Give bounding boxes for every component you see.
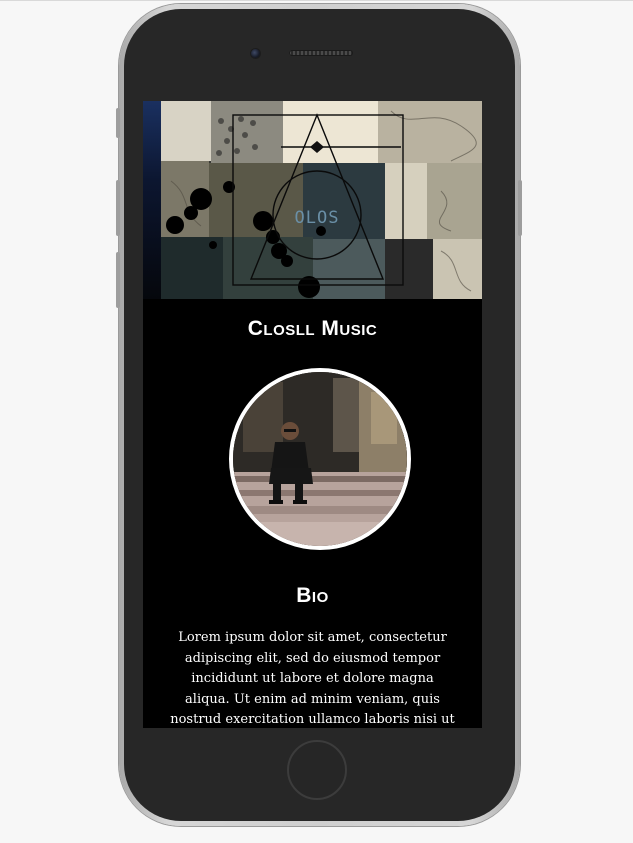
banner-collage-image: OLOS xyxy=(161,101,482,299)
phone-screen[interactable]: OLOS Closll Music Bio Lorem ipsum dolor … xyxy=(143,101,482,728)
volume-up-button xyxy=(116,180,120,236)
mute-switch xyxy=(116,108,120,138)
profile-photo xyxy=(229,368,411,550)
banner-logo-text: OLOS xyxy=(295,208,340,228)
volume-down-button xyxy=(116,252,120,308)
header-banner: OLOS xyxy=(143,101,482,299)
camera-icon xyxy=(251,49,260,58)
power-button xyxy=(518,180,522,236)
speaker-grille-icon xyxy=(289,50,353,56)
site-title: Closll Music xyxy=(247,317,378,340)
bio-heading: Bio xyxy=(296,584,329,607)
home-button-icon[interactable] xyxy=(287,740,347,800)
bio-text: Lorem ipsum dolor sit amet, consectetur … xyxy=(170,630,455,727)
window-top-border xyxy=(0,0,633,1)
